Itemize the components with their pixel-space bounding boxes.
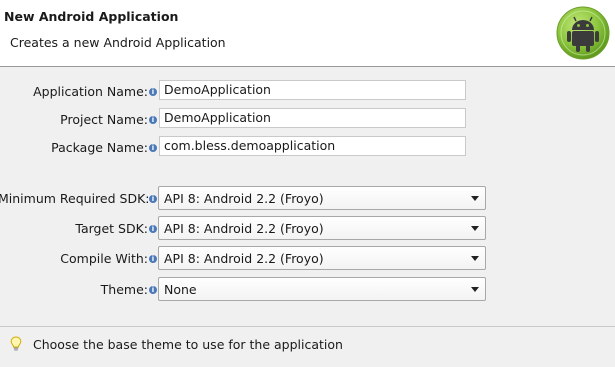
hint-text: Choose the base theme to use for the app… [33, 337, 343, 352]
chevron-down-icon[interactable] [471, 287, 479, 292]
application-name-input[interactable]: DemoApplication [159, 80, 466, 100]
chevron-down-icon[interactable] [471, 226, 479, 231]
compile-with-combo[interactable]: API 8: Android 2.2 (Froyo) [158, 246, 486, 270]
target-sdk-combo[interactable]: API 8: Android 2.2 (Froyo) [158, 216, 486, 240]
android-logo-icon [556, 6, 610, 60]
min-sdk-combo[interactable]: API 8: Android 2.2 (Froyo) [158, 186, 486, 210]
lightbulb-icon [10, 336, 22, 351]
project-name-label: Project Name: [60, 112, 148, 127]
theme-label: Theme: [100, 282, 148, 297]
min-sdk-value: API 8: Android 2.2 (Froyo) [164, 191, 324, 206]
chevron-down-icon[interactable] [471, 256, 479, 261]
wizard-subtitle: Creates a new Android Application [10, 35, 226, 50]
target-sdk-label: Target SDK: [75, 221, 148, 236]
chevron-down-icon[interactable] [471, 196, 479, 201]
divider [0, 326, 615, 327]
info-icon[interactable]: i [149, 144, 157, 152]
package-name-label: Package Name: [51, 140, 148, 155]
application-name-label: Application Name: [33, 84, 148, 99]
wizard-header: New Android Application Creates a new An… [0, 0, 615, 67]
package-name-input[interactable]: com.bless.demoapplication [159, 136, 466, 156]
target-sdk-value: API 8: Android 2.2 (Froyo) [164, 221, 324, 236]
info-icon[interactable]: i [149, 195, 157, 203]
compile-with-value: API 8: Android 2.2 (Froyo) [164, 251, 324, 266]
project-name-input[interactable]: DemoApplication [159, 108, 466, 128]
info-icon[interactable]: i [149, 286, 157, 294]
wizard-title: New Android Application [4, 9, 179, 24]
info-icon[interactable]: i [149, 88, 157, 96]
min-sdk-label: Minimum Required SDK: [0, 191, 150, 206]
info-icon[interactable]: i [149, 225, 157, 233]
info-icon[interactable]: i [149, 116, 157, 124]
theme-value: None [164, 282, 197, 297]
theme-combo[interactable]: None [158, 277, 486, 301]
compile-with-label: Compile With: [60, 251, 148, 266]
info-icon[interactable]: i [149, 255, 157, 263]
